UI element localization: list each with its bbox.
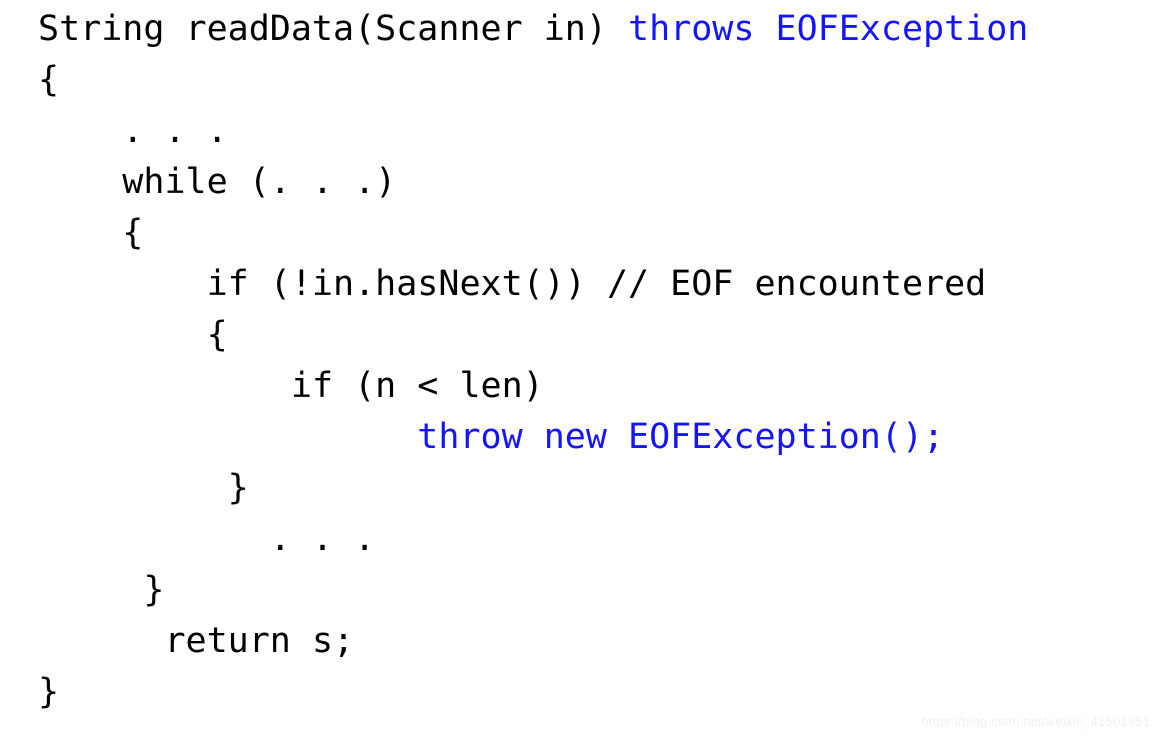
code-line: if (n < len) <box>38 361 1028 412</box>
code-token-plain: { <box>38 60 60 100</box>
code-block: String readData(Scanner in) throws EOFEx… <box>38 4 1028 718</box>
code-token-plain: . . . <box>269 519 376 559</box>
code-line: { <box>38 310 1028 361</box>
code-line: } <box>38 463 1028 514</box>
code-line: . . . <box>38 514 1028 565</box>
code-line: throw new EOFException(); <box>38 412 1028 463</box>
code-line: while (. . .) <box>38 157 1028 208</box>
code-token-plain: return s; <box>164 621 355 661</box>
code-line: { <box>38 208 1028 259</box>
code-token-plain: if (n < len) <box>290 366 544 406</box>
code-line: String readData(Scanner in) throws EOFEx… <box>38 4 1028 55</box>
code-token-keyword: throws EOFException <box>628 9 1029 49</box>
watermark-text: https://blog.csdn.net/weixin_41501951 <box>921 714 1150 729</box>
code-line: { <box>38 55 1028 106</box>
code-line: } <box>38 565 1028 616</box>
code-token-plain: } <box>227 468 249 508</box>
code-line: if (!in.hasNext()) // EOF encountered <box>38 259 1028 310</box>
code-token-plain: . . . <box>122 111 228 151</box>
code-line: } <box>38 667 1028 718</box>
code-token-plain: } <box>143 570 165 610</box>
code-line: . . . <box>38 106 1028 157</box>
code-slide: String readData(Scanner in) throws EOFEx… <box>0 0 1164 739</box>
code-token-plain: while (. . .) <box>122 162 397 202</box>
code-token-comment: // EOF encountered <box>606 264 987 304</box>
code-token-keyword: throw new EOFException(); <box>417 417 945 457</box>
code-token-plain: } <box>38 672 60 712</box>
code-token-plain: { <box>122 213 144 253</box>
code-line: return s; <box>38 616 1028 667</box>
code-token-plain: { <box>206 315 228 355</box>
code-token-plain: if (!in.hasNext()) <box>206 264 607 304</box>
code-token-plain: String readData(Scanner in) <box>38 9 629 49</box>
